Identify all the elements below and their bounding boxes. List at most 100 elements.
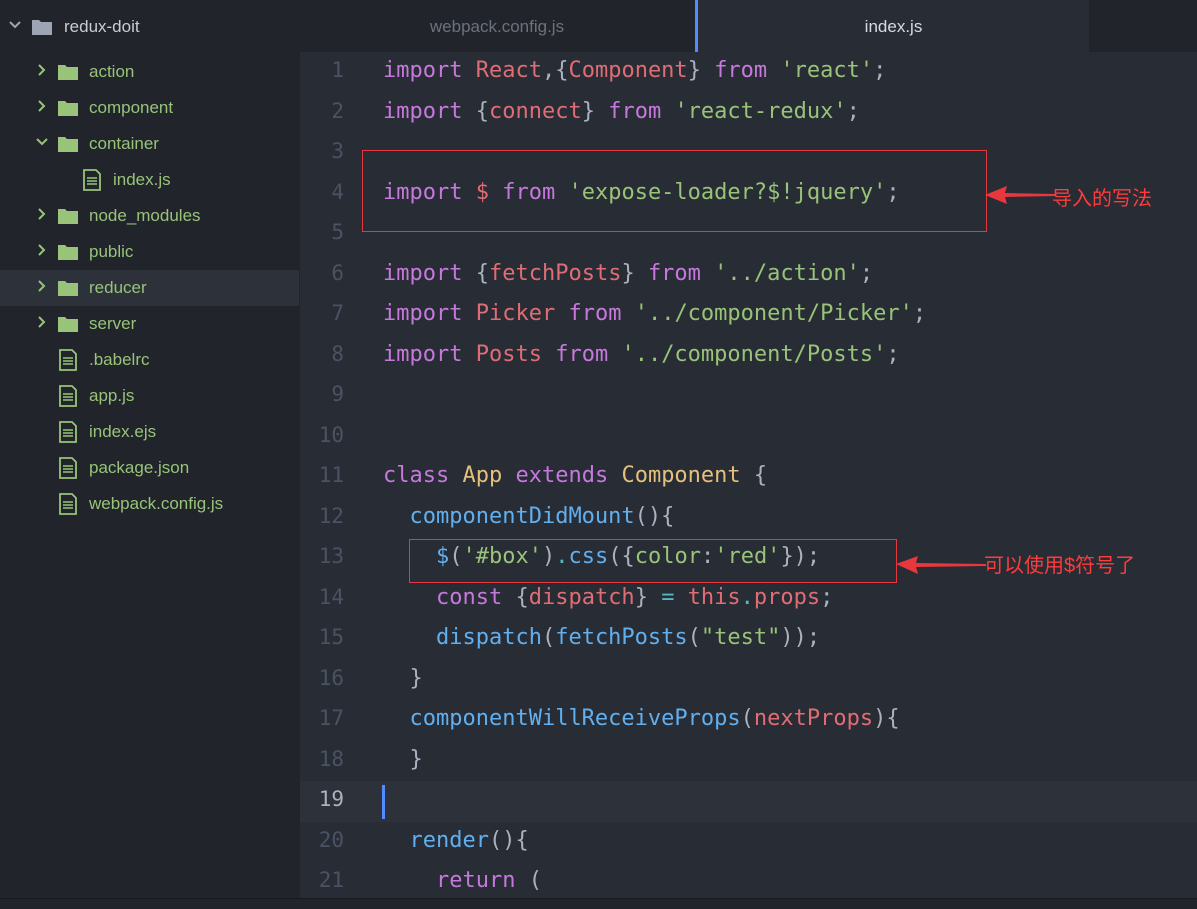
- file-item-index-js[interactable]: index.js: [0, 162, 299, 198]
- code-token: ){: [873, 706, 900, 731]
- code-token: fetchPosts: [555, 625, 688, 650]
- code-token: {: [462, 98, 489, 124]
- tab-bar: webpack.config.js index.js: [299, 0, 1197, 52]
- line-number: 10: [318, 422, 344, 447]
- code-token: {: [462, 260, 489, 286]
- code-token: "test": [700, 625, 781, 650]
- code-token: '../action': [714, 260, 860, 286]
- code-line[interactable]: 17 componentWillReceiveProps(nextProps){: [300, 700, 1197, 741]
- code-text: const {dispatch} = this.props;: [383, 585, 833, 610]
- chevron-down-icon[interactable]: [35, 135, 49, 149]
- code-text: class App extends Component {: [383, 463, 767, 488]
- code-line[interactable]: 10: [300, 417, 1197, 458]
- file-item-index-ejs[interactable]: index.ejs: [0, 414, 299, 450]
- folder-icon: [58, 317, 78, 332]
- file-icon: [83, 169, 101, 191]
- code-line[interactable]: 16 }: [300, 660, 1197, 701]
- code-text: componentWillReceiveProps(nextProps){: [383, 706, 900, 731]
- line-number: 4: [331, 179, 344, 204]
- code-token: from: [608, 98, 662, 124]
- tree-item-label: index.ejs: [89, 422, 157, 441]
- code-text: dispatch(fetchPosts("test"));: [383, 625, 820, 650]
- code-line[interactable]: 1 import React,{Component} from 'react';: [300, 52, 1197, 93]
- folder-item-action[interactable]: action: [0, 54, 299, 90]
- code-token: this: [687, 584, 741, 610]
- code-token: ,{: [541, 58, 569, 83]
- code-line[interactable]: 15 dispatch(fetchPosts("test"));: [300, 619, 1197, 660]
- chevron-right-icon[interactable]: [35, 99, 49, 113]
- chevron-right-icon[interactable]: [35, 279, 49, 293]
- code-token: React: [475, 58, 542, 83]
- folder-item-component[interactable]: component: [0, 90, 299, 126]
- folder-item-container[interactable]: container: [0, 126, 299, 162]
- code-token: componentDidMount: [409, 503, 635, 529]
- code-line[interactable]: 11 class App extends Component {: [300, 457, 1197, 498]
- annotation-arrow-icon: [985, 186, 1055, 204]
- tab-webpack-config[interactable]: webpack.config.js: [299, 0, 695, 52]
- file-item-webpack-config-js[interactable]: webpack.config.js: [0, 486, 299, 522]
- code-line[interactable]: 19: [300, 781, 1197, 822]
- code-token: ;: [859, 260, 874, 286]
- project-root[interactable]: redux-doit: [0, 9, 299, 45]
- code-token: from: [647, 260, 701, 286]
- file-icon: [59, 457, 77, 479]
- code-token: ;: [873, 58, 887, 83]
- code-line[interactable]: 6 import {fetchPosts} from '../action';: [300, 255, 1197, 296]
- code-line[interactable]: 21 return (: [300, 862, 1197, 898]
- folder-item-server[interactable]: server: [0, 306, 299, 342]
- code-token: componentWillReceiveProps: [409, 706, 741, 731]
- folder-item-reducer[interactable]: reducer: [0, 270, 299, 306]
- code-token: import: [383, 260, 463, 286]
- code-token: import: [383, 58, 463, 83]
- file-item-app-js[interactable]: app.js: [0, 378, 299, 414]
- code-token: '../component/Picker': [634, 301, 913, 326]
- code-token: (: [687, 625, 701, 650]
- code-token: ;: [886, 341, 900, 367]
- code-line[interactable]: 7 import Picker from '../component/Picker…: [300, 295, 1197, 336]
- code-line[interactable]: 18 }: [300, 741, 1197, 782]
- line-number: 20: [318, 827, 344, 852]
- chevron-right-icon[interactable]: [35, 207, 49, 221]
- chevron-right-icon[interactable]: [35, 315, 49, 329]
- file-item-package-json[interactable]: package.json: [0, 450, 299, 486]
- line-number: 17: [318, 706, 344, 730]
- repo-icon: [32, 20, 52, 35]
- chevron-right-icon[interactable]: [35, 63, 49, 77]
- project-name: redux-doit: [64, 17, 140, 36]
- code-line[interactable]: 9: [300, 376, 1197, 417]
- code-text: import {connect} from 'react-redux';: [383, 99, 860, 124]
- folder-icon: [58, 209, 78, 224]
- code-token: }: [687, 58, 715, 83]
- tab-index-js[interactable]: index.js: [695, 0, 1089, 52]
- code-line[interactable]: 14 const {dispatch} = this.props;: [300, 579, 1197, 620]
- code-token: }: [621, 260, 648, 286]
- code-line[interactable]: 12 componentDidMount(){: [300, 498, 1197, 539]
- line-number: 7: [331, 301, 344, 325]
- line-number: 15: [318, 625, 344, 649]
- line-number: 11: [318, 463, 344, 487]
- tree-item-label: public: [89, 242, 134, 261]
- code-text: import Posts from '../component/Posts';: [383, 342, 900, 367]
- annotation-box-usage: [409, 539, 897, 583]
- code-line[interactable]: 2 import {connect} from 'react-redux';: [300, 93, 1197, 134]
- code-line[interactable]: 8 import Posts from '../component/Posts';: [300, 336, 1197, 377]
- code-line[interactable]: 20 render(){: [300, 822, 1197, 863]
- folder-item-node-modules[interactable]: node_modules: [0, 198, 299, 234]
- code-token: Picker: [475, 301, 556, 326]
- folder-item-public[interactable]: public: [0, 234, 299, 270]
- file-icon: [59, 493, 77, 515]
- code-token: nextProps: [753, 706, 874, 731]
- chevron-right-icon[interactable]: [35, 243, 49, 257]
- code-token: from: [568, 301, 622, 326]
- code-token: fetchPosts: [488, 260, 622, 286]
- line-number: 19: [318, 787, 344, 811]
- file-item-babelrc[interactable]: .babelrc: [0, 342, 299, 378]
- code-token: Component: [621, 463, 741, 488]
